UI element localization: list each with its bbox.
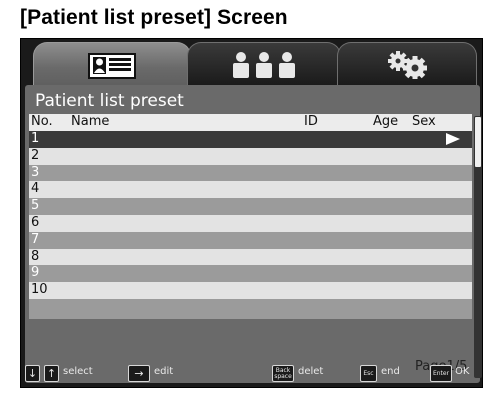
col-name: Name xyxy=(71,114,110,129)
table-row[interactable]: 8 xyxy=(29,248,472,266)
table-row[interactable]: 9 xyxy=(29,265,472,283)
row-number: 8 xyxy=(31,248,40,264)
enter-key[interactable]: Enter xyxy=(430,365,452,382)
row-number: 4 xyxy=(31,181,40,197)
play-arrow-icon xyxy=(446,133,460,145)
key-hint-bar: ↓ ↑ select → edit Back space delet Esc e… xyxy=(21,360,482,388)
tab-patient-info[interactable] xyxy=(33,42,191,88)
end-label: end xyxy=(381,366,400,377)
row-number: 7 xyxy=(31,231,40,247)
backspace-key[interactable]: Back space xyxy=(272,365,294,382)
screen-title: Patient list preset xyxy=(35,91,184,111)
delete-label: delet xyxy=(298,366,324,377)
ok-label: OK xyxy=(455,366,470,377)
id-card-icon xyxy=(88,52,136,79)
settings-gears-icon xyxy=(388,50,427,79)
table-header: No. Name ID Age Sex xyxy=(29,114,472,131)
table-row[interactable]: 5 xyxy=(29,198,472,215)
row-number: 2 xyxy=(31,147,40,163)
table-footer-row xyxy=(29,298,472,319)
row-number: 10 xyxy=(31,282,48,298)
tab-patients[interactable] xyxy=(187,42,341,86)
patient-list-screen: Patient list preset No. Name ID Age Sex … xyxy=(25,85,482,383)
row-number: 1 xyxy=(31,131,40,146)
row-number: 9 xyxy=(31,265,40,281)
select-label: select xyxy=(63,366,93,377)
right-arrow-key[interactable]: → xyxy=(128,365,150,382)
scrollbar-thumb[interactable] xyxy=(475,117,481,167)
up-arrow-key[interactable]: ↑ xyxy=(44,365,59,382)
table-row[interactable]: 1 xyxy=(29,131,472,148)
col-id: ID xyxy=(304,114,318,129)
table-row[interactable]: 3 xyxy=(29,164,472,182)
tab-settings[interactable] xyxy=(337,42,477,86)
table-row[interactable]: 7 xyxy=(29,231,472,249)
edit-label: edit xyxy=(154,366,174,377)
patient-table: No. Name ID Age Sex 1 2 3 4 5 6 7 8 9 10 xyxy=(29,114,472,319)
device-panel: Patient list preset No. Name ID Age Sex … xyxy=(20,38,483,388)
table-row[interactable]: 10 xyxy=(29,282,472,299)
table-row[interactable]: 4 xyxy=(29,181,472,199)
page-caption: [Patient list preset] Screen xyxy=(20,6,288,29)
row-number: 5 xyxy=(31,198,40,214)
esc-key[interactable]: Esc xyxy=(360,365,377,382)
table-row[interactable]: 6 xyxy=(29,214,472,232)
col-sex: Sex xyxy=(412,114,436,129)
row-number: 3 xyxy=(31,164,40,180)
backspace-key-line2: space xyxy=(274,372,292,380)
down-arrow-key[interactable]: ↓ xyxy=(25,365,40,382)
table-row[interactable]: 2 xyxy=(29,147,472,165)
col-no: No. xyxy=(31,114,53,129)
patients-group-icon xyxy=(233,51,295,78)
scrollbar[interactable] xyxy=(474,116,482,378)
col-age: Age xyxy=(373,114,399,129)
row-number: 6 xyxy=(31,214,40,230)
